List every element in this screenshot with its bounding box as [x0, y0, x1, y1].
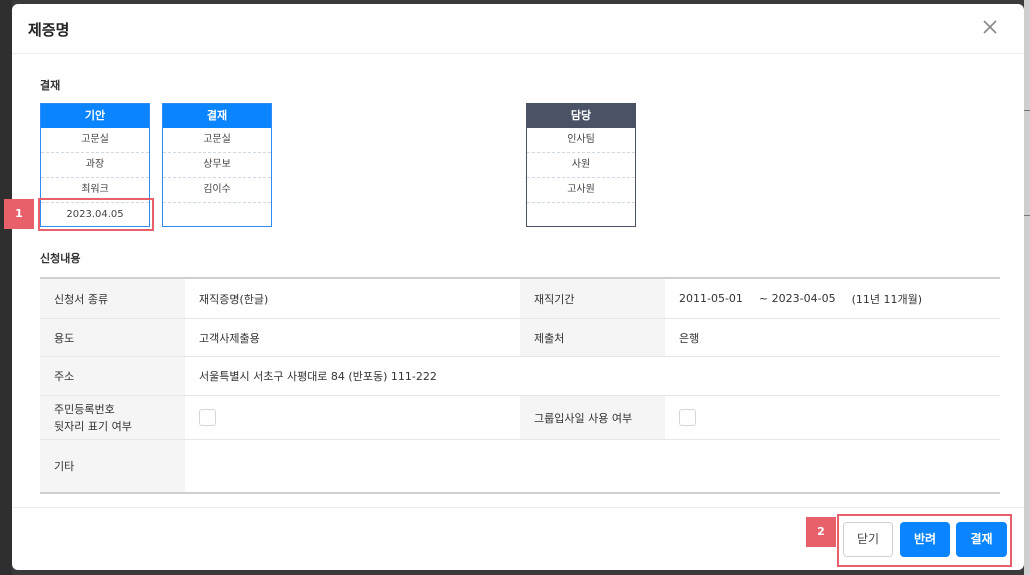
approval-box-handler: 담당 인사팀 사원 고사원: [526, 103, 636, 227]
rrn-label-line2: 뒷자리 표기 여부: [54, 419, 132, 433]
certificate-modal: 제증명 결재 기안 고문실 과장 최워크 2023.04.05 결재 고문실 상…: [12, 4, 1024, 570]
period-duration: (11년 11개월): [851, 292, 923, 306]
period-label: 재직기간: [520, 279, 665, 318]
period-value: 2011-05-01 ~ 2023-04-05 (11년 11개월): [665, 279, 1000, 318]
approval-cell: 사원: [527, 153, 635, 178]
approval-section-title: 결재: [40, 79, 61, 92]
approval-cell: 고사원: [527, 178, 635, 203]
request-detail-table: 신청서 종류 재직증명(한글) 재직기간 2011-05-01 ~ 2023-0…: [40, 277, 1000, 494]
etc-label: 기타: [40, 440, 185, 492]
address-value: 서울특별시 서초구 사평대로 84 (반포동) 111-222: [199, 370, 437, 383]
approval-cell: 고문실: [41, 128, 149, 153]
doc-type-label: 신청서 종류: [40, 279, 185, 318]
rrn-label-line1: 주민등록번호: [54, 402, 115, 416]
group-date-value: [665, 396, 1000, 439]
annotation-highlight-2: [837, 514, 1012, 567]
table-row: 용도 고객사제출용 제출처 은행: [40, 319, 1000, 357]
approval-cell: 김이수: [163, 178, 271, 203]
approval-cell: 과장: [41, 153, 149, 178]
submit-to-value: 은행: [679, 331, 700, 345]
backdrop-edge: [1024, 0, 1030, 575]
approval-cell: 상무보: [163, 153, 271, 178]
doc-type-value: 재직증명(한글): [199, 292, 269, 306]
purpose-value: 고객사제출용: [199, 331, 260, 345]
request-section-title: 신청내용: [40, 252, 81, 265]
rrn-label: 주민등록번호 뒷자리 표기 여부: [40, 396, 185, 439]
table-row: 기타: [40, 440, 1000, 492]
approval-cell: 고문실: [163, 128, 271, 153]
approval-header: 결재: [163, 104, 271, 128]
address-label: 주소: [40, 357, 185, 395]
period-start: 2011-05-01: [679, 292, 743, 305]
close-icon[interactable]: [982, 19, 998, 35]
rrn-checkbox[interactable]: [199, 409, 216, 426]
table-row: 신청서 종류 재직증명(한글) 재직기간 2011-05-01 ~ 2023-0…: [40, 279, 1000, 319]
approval-cell: [163, 203, 271, 228]
submit-to-label: 제출처: [520, 319, 665, 356]
etc-value: [185, 440, 1000, 492]
table-row: 주민등록번호 뒷자리 표기 여부 그룹입사일 사용 여부: [40, 396, 1000, 440]
group-date-label: 그룹입사일 사용 여부: [520, 396, 665, 439]
approval-header: 담당: [527, 104, 635, 128]
approval-cell: [527, 203, 635, 228]
annotation-highlight-1: [38, 198, 154, 231]
modal-title: 제증명: [28, 21, 70, 39]
period-end: ~ 2023-04-05: [758, 292, 836, 305]
rrn-value: [185, 396, 520, 439]
annotation-badge-1: 1: [4, 199, 34, 229]
modal-header: 제증명: [12, 4, 1024, 54]
annotation-badge-2: 2: [806, 517, 836, 547]
purpose-label: 용도: [40, 319, 185, 356]
approval-header: 기안: [41, 104, 149, 128]
group-date-checkbox[interactable]: [679, 409, 696, 426]
backdrop: [0, 0, 12, 575]
approval-box-approver: 결재 고문실 상무보 김이수: [162, 103, 272, 227]
table-row: 주소 서울특별시 서초구 사평대로 84 (반포동) 111-222: [40, 357, 1000, 396]
approval-cell: 인사팀: [527, 128, 635, 153]
